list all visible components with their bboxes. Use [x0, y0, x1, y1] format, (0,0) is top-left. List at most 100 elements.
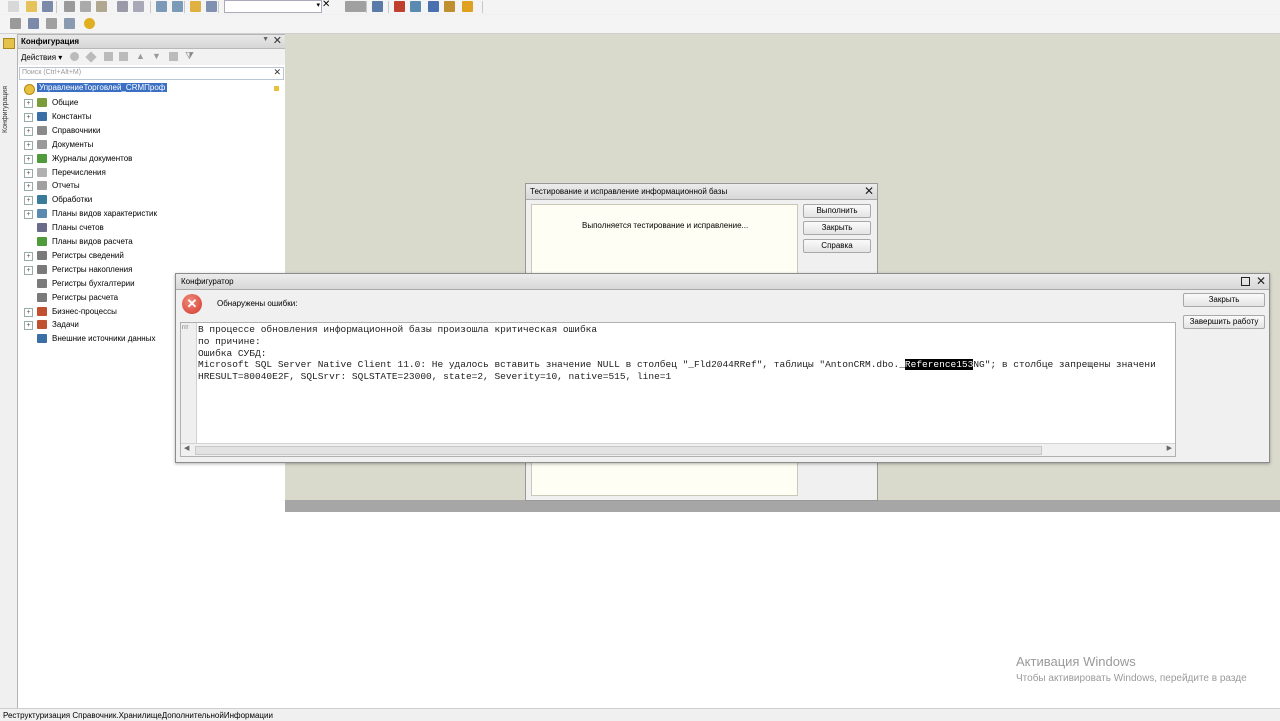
- tree-item-label: Планы счетов: [52, 223, 104, 233]
- copy-icon[interactable]: [80, 1, 91, 12]
- activation-watermark-text: Чтобы активировать Windows, перейдите в …: [1016, 673, 1247, 684]
- find-icon[interactable]: [190, 1, 201, 12]
- help-button[interactable]: Справка: [803, 239, 871, 253]
- status-bar: Реструктуризация Справочник.ХранилищеДоп…: [0, 708, 1280, 721]
- search-placeholder: Поиск (Ctrl+Alt+M): [22, 69, 82, 76]
- add-icon[interactable]: [70, 52, 79, 61]
- filter-icon[interactable]: ⧩: [185, 51, 194, 62]
- expand-icon[interactable]: +: [24, 140, 33, 150]
- expand-icon[interactable]: +: [24, 126, 33, 136]
- move-down-icon[interactable]: ▼: [152, 51, 161, 61]
- scroll-left-icon[interactable]: ◀: [184, 444, 189, 452]
- run-icon[interactable]: [84, 18, 95, 29]
- tree-item[interactable]: + Константы: [24, 110, 279, 124]
- tree-item[interactable]: + Документы: [24, 138, 279, 152]
- expand-icon[interactable]: +: [24, 182, 33, 192]
- copy-item-icon[interactable]: [104, 52, 113, 61]
- tree-item[interactable]: + Общие: [24, 96, 279, 110]
- horizontal-scrollbar[interactable]: ◀ ▶: [181, 443, 1175, 456]
- tree-item-label: Справочники: [52, 125, 101, 135]
- module-icon[interactable]: [46, 18, 57, 29]
- tree-item-icon: [37, 111, 47, 121]
- expand-icon[interactable]: +: [24, 265, 33, 275]
- debug-icon[interactable]: [394, 1, 405, 12]
- panel-pin-icon[interactable]: ▼: [262, 36, 269, 43]
- close-icon[interactable]: ✕: [864, 184, 874, 198]
- expand-icon[interactable]: +: [24, 321, 33, 331]
- error-close-button[interactable]: Закрыть: [1183, 293, 1265, 307]
- clear-search-icon[interactable]: ✕: [273, 67, 281, 78]
- expand-icon[interactable]: +: [24, 196, 33, 206]
- help-book-icon[interactable]: [428, 1, 439, 12]
- test-close-button[interactable]: Закрыть: [803, 221, 871, 235]
- tree-item-label: Константы: [52, 111, 92, 121]
- print-icon[interactable]: [117, 1, 128, 12]
- tree-item-icon: [37, 167, 47, 177]
- expand-icon[interactable]: +: [24, 112, 33, 122]
- save-icon[interactable]: [42, 1, 53, 12]
- expand-icon[interactable]: +: [24, 210, 33, 220]
- scroll-right-icon[interactable]: ▶: [1167, 444, 1172, 452]
- edit-icon[interactable]: [28, 18, 39, 29]
- panel-close-icon[interactable]: ✕: [273, 34, 282, 47]
- toolbar-icon[interactable]: [462, 1, 473, 12]
- lock-icon: [274, 86, 279, 91]
- info-icon[interactable]: [444, 1, 455, 12]
- tree-item[interactable]: + Регистры сведений: [24, 249, 279, 263]
- left-side-tab[interactable]: Конфигурация: [0, 34, 18, 714]
- undo-icon[interactable]: [156, 1, 167, 12]
- expand-icon[interactable]: +: [24, 168, 33, 178]
- scroll-thumb[interactable]: [195, 446, 1042, 455]
- expand-icon[interactable]: +: [24, 99, 33, 108]
- tree-root[interactable]: УправлениеТорговлей_CRMПроф: [24, 82, 279, 96]
- run-button[interactable]: Выполнить: [803, 204, 871, 218]
- tree-item[interactable]: + Справочники: [24, 124, 279, 138]
- delete-icon[interactable]: [119, 52, 128, 61]
- grid-icon[interactable]: [10, 18, 21, 29]
- actions-menu-button[interactable]: Действия ▾: [21, 53, 62, 62]
- panel-search-input[interactable]: Поиск (Ctrl+Alt+M) ✕: [19, 67, 284, 80]
- tree-item-label: Отчеты: [52, 181, 80, 191]
- config-tab-icon: [3, 38, 15, 49]
- tree-item[interactable]: + Отчеты: [24, 179, 279, 193]
- edit-icon[interactable]: [85, 51, 97, 63]
- sort-icon[interactable]: [169, 52, 178, 61]
- form-icon[interactable]: [64, 18, 75, 29]
- open-icon[interactable]: [26, 1, 37, 12]
- toolbar-separator: [150, 1, 151, 13]
- expand-icon[interactable]: +: [24, 154, 33, 164]
- move-up-icon[interactable]: ▲: [136, 51, 145, 61]
- tree-item-icon: [37, 250, 47, 260]
- tree-item[interactable]: Планы счетов: [24, 221, 279, 235]
- tree-root-label: УправлениеТорговлей_CRMПроф: [37, 83, 168, 92]
- tree-item-icon: [37, 278, 47, 288]
- clear-search-icon[interactable]: ✕: [322, 0, 330, 10]
- new-icon[interactable]: [8, 1, 19, 12]
- tree-item[interactable]: + Журналы документов: [24, 152, 279, 166]
- tree-item[interactable]: + Планы видов характеристик: [24, 207, 279, 221]
- close-icon[interactable]: ✕: [1256, 274, 1266, 288]
- paste-icon[interactable]: [96, 1, 107, 12]
- shutdown-button[interactable]: Завершить работу: [1183, 315, 1265, 329]
- find-prev-icon[interactable]: [355, 1, 366, 12]
- search-icon[interactable]: [206, 1, 217, 12]
- activation-watermark-title: Активация Windows: [1016, 654, 1136, 669]
- tree-item[interactable]: + Перечисления: [24, 166, 279, 180]
- toolbar-separator: [388, 1, 389, 13]
- toolbar-search-combo[interactable]: ▾: [224, 0, 322, 13]
- window-icon[interactable]: [372, 1, 383, 12]
- error-text-box[interactable]: ггг В процессе обновления информационной…: [180, 322, 1176, 457]
- tree-item[interactable]: Планы видов расчета: [24, 235, 279, 249]
- print-preview-icon[interactable]: [133, 1, 144, 12]
- maximize-icon[interactable]: [1241, 277, 1250, 286]
- redo-icon[interactable]: [172, 1, 183, 12]
- tree-item-icon: [37, 209, 47, 219]
- cut-icon[interactable]: [64, 1, 75, 12]
- syntax-check-icon[interactable]: [410, 1, 421, 12]
- combo-dropdown-icon[interactable]: ▾: [316, 1, 320, 9]
- tree-item-icon: [37, 264, 47, 274]
- tree-item[interactable]: + Обработки: [24, 193, 279, 207]
- expand-icon[interactable]: +: [24, 307, 33, 317]
- expand-icon[interactable]: +: [24, 251, 33, 261]
- gutter-label: ггг: [182, 325, 189, 331]
